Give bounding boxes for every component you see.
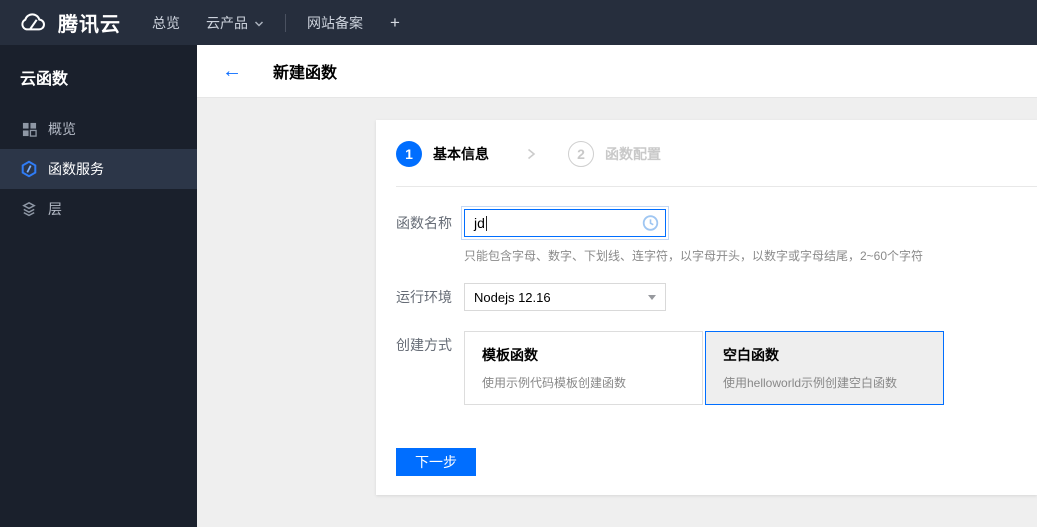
tencent-cloud-logo[interactable]: 腾讯云 [18, 8, 121, 37]
method-card-title: 空白函数 [723, 347, 779, 363]
nav-overview[interactable]: 总览 [152, 13, 180, 33]
page-title: 新建函数 [273, 65, 338, 82]
clock-pending-icon [642, 215, 659, 232]
dropdown-caret-icon [648, 294, 656, 300]
create-method-label: 创建方式 [396, 337, 452, 353]
sidebar-item-function-service[interactable]: 函数服务 [0, 149, 197, 189]
chevron-right-icon [525, 147, 537, 161]
method-card-blank-function[interactable]: 空白函数 使用helloworld示例创建空白函数 [705, 331, 944, 405]
step-2-label: 函数配置 [605, 146, 661, 162]
sidebar-item-label: 概览 [48, 121, 76, 137]
step-2-circle: 2 [568, 141, 594, 167]
function-name-row: 函数名称 jd [396, 206, 1017, 240]
step-1-circle: 1 [396, 141, 422, 167]
function-name-input[interactable]: jd [461, 206, 669, 240]
nav-divider [285, 13, 286, 32]
step-1-label: 基本信息 [433, 146, 489, 162]
nav-cloud-products[interactable]: 云产品 [206, 13, 264, 33]
wizard-steps: 1 基本信息 2 函数配置 [376, 120, 1037, 168]
page-header: ← 新建函数 [197, 45, 1037, 98]
function-name-hint: 只能包含字母、数字、下划线、连字符，以字母开头，以数字或字母结尾，2~60个字符 [464, 249, 924, 263]
function-name-label: 函数名称 [396, 215, 452, 231]
runtime-select[interactable]: Nodejs 12.16 [464, 283, 666, 311]
grid-icon [20, 120, 38, 138]
runtime-row: 运行环境 Nodejs 12.16 [396, 283, 1017, 311]
tencent-cloud-console: 腾讯云 总览 云产品 网站备案 + 云函数 概览 函数服务 层 ← 新建函数 1… [0, 0, 1037, 527]
runtime-label: 运行环境 [396, 289, 452, 305]
topbar: 腾讯云 总览 云产品 网站备案 + [0, 0, 1037, 45]
create-method-row: 创建方式 模板函数 使用示例代码模板创建函数 空白函数 使用helloworld… [396, 331, 1017, 405]
content-area: 1 基本信息 2 函数配置 函数名称 jd 只能包含字母、数字、下划线、连字符，… [197, 98, 1037, 527]
steps-divider [396, 186, 1037, 187]
create-function-card: 1 基本信息 2 函数配置 函数名称 jd 只能包含字母、数字、下划线、连字符，… [376, 120, 1037, 495]
runtime-selected-value: Nodejs 12.16 [474, 289, 551, 305]
topbar-nav: 总览 云产品 网站备案 + [139, 0, 414, 45]
sidebar-item-layers[interactable]: 层 [0, 189, 197, 229]
brand-name: 腾讯云 [58, 14, 121, 36]
create-function-form: 函数名称 jd 只能包含字母、数字、下划线、连字符，以字母开头，以数字或字母结尾… [376, 206, 1037, 476]
back-arrow-button[interactable]: ← [222, 61, 242, 81]
sidebar: 云函数 概览 函数服务 层 [0, 45, 197, 527]
method-card-title: 模板函数 [482, 347, 538, 363]
cloud-logo-icon [18, 11, 49, 34]
text-cursor [485, 215, 487, 231]
function-hexagon-icon [20, 160, 38, 178]
sidebar-item-overview[interactable]: 概览 [0, 109, 197, 149]
method-card-desc: 使用helloworld示例创建空白函数 [723, 376, 898, 390]
nav-add-tab-button[interactable]: + [390, 13, 400, 33]
nav-website-beian[interactable]: 网站备案 [307, 13, 363, 33]
method-card-template-function[interactable]: 模板函数 使用示例代码模板创建函数 [464, 331, 703, 405]
layers-icon [20, 200, 38, 218]
function-name-value: jd [474, 215, 485, 231]
sidebar-title: 云函数 [20, 71, 69, 88]
sidebar-item-label: 层 [48, 201, 62, 217]
next-step-button[interactable]: 下一步 [396, 448, 476, 476]
method-cards: 模板函数 使用示例代码模板创建函数 空白函数 使用helloworld示例创建空… [464, 331, 944, 405]
sidebar-menu: 概览 函数服务 层 [0, 109, 197, 229]
chevron-down-icon [254, 20, 264, 28]
sidebar-item-label: 函数服务 [48, 161, 104, 177]
method-card-desc: 使用示例代码模板创建函数 [482, 376, 627, 390]
